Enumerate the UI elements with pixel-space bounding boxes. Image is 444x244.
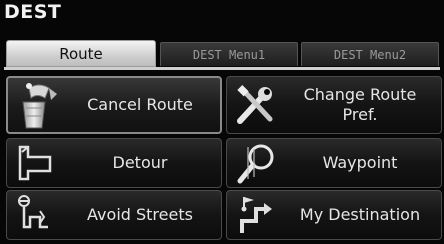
my-destination-button[interactable]: My Destination: [226, 190, 442, 240]
tab-dest-menu2[interactable]: DEST Menu2: [301, 42, 439, 66]
detour-label: Detour: [112, 153, 168, 172]
my-destination-label: My Destination: [299, 205, 421, 224]
destination-menu-screen: DEST Route DEST Menu1 DEST Menu2 Cancel …: [0, 0, 444, 244]
waypoint-label: Waypoint: [322, 153, 398, 172]
tab-dest-menu1[interactable]: DEST Menu1: [160, 42, 298, 66]
tools-icon: [233, 82, 279, 128]
tab-underline: [4, 67, 440, 70]
detour-arrow-icon: [13, 140, 59, 186]
screen-title: DEST: [4, 1, 62, 23]
cancel-route-label: Cancel Route: [87, 95, 193, 114]
destination-route-icon: [233, 192, 279, 238]
magnifier-icon: [233, 140, 279, 186]
cancel-route-button[interactable]: Cancel Route: [6, 76, 222, 134]
waypoint-button[interactable]: Waypoint: [226, 138, 442, 188]
tab-route[interactable]: Route: [6, 40, 156, 67]
change-route-pref-button[interactable]: Change Route Pref.: [226, 76, 442, 134]
detour-button[interactable]: Detour: [6, 138, 222, 188]
avoid-streets-icon: [13, 192, 59, 238]
trash-flag-icon: [14, 82, 60, 129]
change-route-pref-line1: Change Route: [303, 85, 417, 104]
change-route-pref-line2: Pref.: [342, 105, 378, 124]
avoid-streets-button[interactable]: Avoid Streets: [6, 190, 222, 240]
tab-bar: Route DEST Menu1 DEST Menu2: [6, 40, 440, 68]
avoid-streets-label: Avoid Streets: [87, 205, 193, 224]
change-route-pref-label: Change Route Pref.: [279, 85, 441, 125]
